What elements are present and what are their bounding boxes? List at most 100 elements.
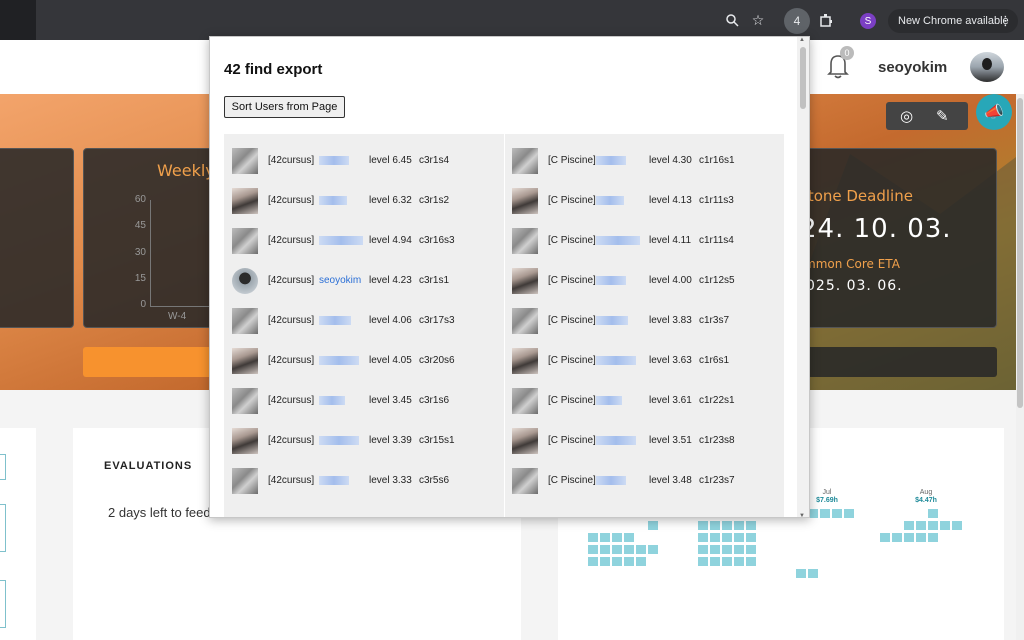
user-row[interactable]: [C Piscine] level 4.11 c1r11s4	[504, 220, 784, 260]
user-cursus: [C Piscine]	[548, 355, 596, 366]
user-location: c1r3s7	[699, 315, 730, 326]
calendar-day	[928, 533, 938, 542]
calendar-day	[624, 569, 634, 578]
orange-action-button[interactable]	[83, 347, 223, 377]
calendar-day	[600, 569, 610, 578]
user-login-redacted[interactable]	[319, 236, 363, 245]
calendar-day	[856, 509, 866, 518]
calendar-day	[904, 569, 914, 578]
user-login-redacted[interactable]	[596, 436, 636, 445]
user-login-redacted[interactable]	[596, 396, 622, 405]
calendar-day	[710, 545, 720, 554]
calendar-day	[904, 557, 914, 566]
left-panel-item[interactable]	[0, 454, 6, 480]
calendar-day	[722, 521, 732, 530]
user-login-redacted[interactable]	[596, 236, 640, 245]
left-panel-item[interactable]	[0, 504, 6, 552]
calendar-day	[916, 569, 926, 578]
user-location: c1r11s4	[699, 235, 734, 246]
user-row[interactable]: [C Piscine] level 4.00 c1r12s5	[504, 260, 784, 300]
chrome-update-button[interactable]: New Chrome available ⋮	[888, 9, 1018, 33]
user-row[interactable]: [42cursus] seoyokim level 4.23 c3r1s1	[224, 260, 504, 300]
user-login-redacted[interactable]	[319, 316, 351, 325]
chrome-menu-icon[interactable]: ⋮	[999, 13, 1012, 29]
header-username[interactable]: seoyokim	[878, 59, 947, 76]
calendar-day	[686, 557, 696, 566]
calendar-day	[686, 569, 696, 578]
extensions-puzzle-icon[interactable]	[816, 10, 836, 30]
user-row[interactable]: [42cursus] level 6.32 c3r1s2	[224, 180, 504, 220]
user-row[interactable]: [42cursus] level 3.39 c3r15s1	[224, 420, 504, 460]
calendar-day	[892, 533, 902, 542]
user-login-redacted[interactable]	[319, 476, 349, 485]
calendar-day	[808, 545, 818, 554]
megaphone-icon[interactable]: 📣	[976, 94, 1012, 130]
user-login-redacted[interactable]	[596, 196, 624, 205]
popup-scrollbar-thumb[interactable]	[800, 47, 806, 109]
user-row[interactable]: [C Piscine] level 3.63 c1r6s1	[504, 340, 784, 380]
calendar-day	[612, 569, 622, 578]
calendar-day	[612, 545, 622, 554]
user-login-redacted[interactable]	[319, 196, 347, 205]
user-row[interactable]: [C Piscine] level 3.61 c1r22s1	[504, 380, 784, 420]
calendar-day	[648, 545, 658, 554]
extension-42-find-button[interactable]: 4	[784, 8, 810, 34]
calendar-day	[856, 557, 866, 566]
user-avatar	[512, 188, 538, 214]
edit-pencil-icon[interactable]: ✎	[936, 107, 949, 125]
calendar-day	[808, 521, 818, 530]
calendar-day	[784, 545, 794, 554]
calendar-day	[698, 557, 708, 566]
user-row[interactable]: [C Piscine] level 3.83 c1r3s7	[504, 300, 784, 340]
user-row[interactable]: [42cursus] level 4.05 c3r20s6	[224, 340, 504, 380]
user-row[interactable]: [42cursus] level 3.33 c3r5s6	[224, 460, 504, 500]
user-login-redacted[interactable]	[596, 356, 636, 365]
user-row[interactable]: [C Piscine] level 3.48 c1r23s7	[504, 460, 784, 500]
globe-icon[interactable]: ◎	[900, 107, 913, 125]
user-login-redacted[interactable]	[319, 356, 359, 365]
left-panel-item[interactable]	[0, 580, 6, 628]
calendar-day	[784, 569, 794, 578]
user-login-redacted[interactable]	[596, 276, 626, 285]
user-row[interactable]: [C Piscine] level 4.30 c1r16s1	[504, 140, 784, 180]
profile-avatar-button[interactable]: S	[860, 13, 876, 29]
user-cursus: [42cursus]	[268, 275, 315, 286]
page-scrollbar[interactable]	[1016, 94, 1024, 640]
user-avatar[interactable]	[970, 52, 1004, 82]
calendar-month-label: Jul	[822, 489, 832, 496]
eta-date: 025. 03. 06.	[806, 278, 903, 294]
user-login-redacted[interactable]	[319, 156, 349, 165]
calendar-day	[856, 545, 866, 554]
extension-badge-count: 4	[793, 14, 801, 28]
user-location: c1r12s5	[699, 275, 735, 286]
calendar-day	[686, 533, 696, 542]
calendar-day	[916, 509, 926, 518]
user-login-redacted[interactable]	[596, 316, 628, 325]
user-login-redacted[interactable]	[596, 476, 626, 485]
user-login-link[interactable]: seoyokim	[319, 275, 361, 286]
user-level: level 4.23	[369, 275, 412, 286]
user-row[interactable]: [42cursus] level 4.94 c3r16s3	[224, 220, 504, 260]
calendar-day	[952, 557, 962, 566]
scroll-down-arrow-icon[interactable]: ▼	[799, 513, 805, 517]
user-login-redacted[interactable]	[319, 436, 359, 445]
sort-users-button[interactable]: Sort Users from Page	[224, 96, 345, 118]
user-row[interactable]: [C Piscine] level 4.13 c1r11s3	[504, 180, 784, 220]
user-login-redacted[interactable]	[596, 156, 626, 165]
user-row[interactable]: [C Piscine] level 3.51 c1r23s8	[504, 420, 784, 460]
user-row[interactable]: [42cursus] level 6.45 c3r1s4	[224, 140, 504, 180]
user-row[interactable]: [42cursus] level 3.45 c3r1s6	[224, 380, 504, 420]
zoom-icon[interactable]	[722, 10, 742, 30]
calendar-day	[722, 569, 732, 578]
user-avatar	[512, 148, 538, 174]
user-avatar	[232, 228, 258, 254]
evaluations-title: EVALUATIONS	[104, 460, 193, 472]
popup-scrollbar[interactable]: ▲ ▼	[797, 37, 809, 517]
calendar-day	[648, 521, 658, 530]
user-login-redacted[interactable]	[319, 396, 345, 405]
user-row[interactable]: [42cursus] level 4.06 c3r17s3	[224, 300, 504, 340]
scroll-up-arrow-icon[interactable]: ▲	[799, 37, 805, 43]
user-level: level 4.30	[649, 155, 692, 166]
bookmark-star-icon[interactable]: ☆	[748, 10, 768, 30]
user-cursus: [42cursus]	[268, 195, 315, 206]
